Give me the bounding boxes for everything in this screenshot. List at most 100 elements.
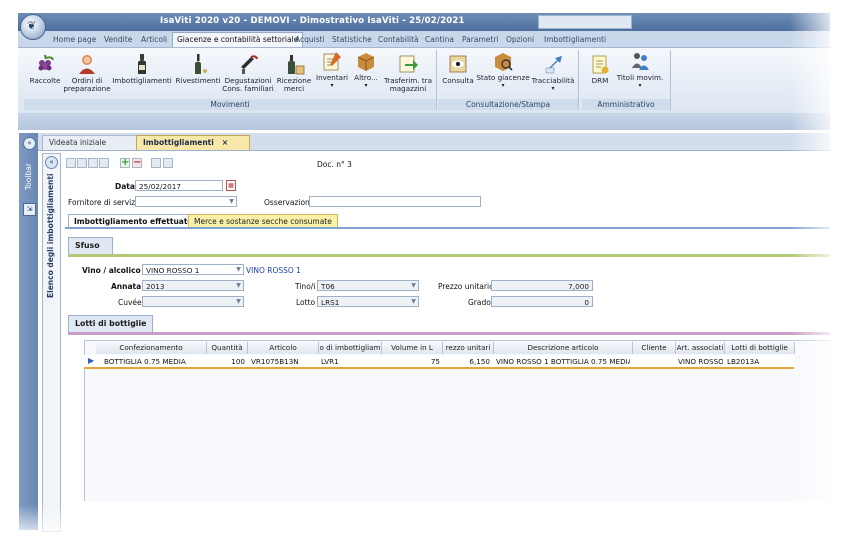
ricezione-label: Ricezione merci — [276, 76, 312, 93]
vino-field[interactable]: VINO ROSSO 1 ▼ — [142, 264, 244, 275]
next-record-button[interactable] — [88, 158, 98, 168]
cell-art-associati[interactable]: VINO ROSSO — [678, 356, 723, 367]
consulta-button[interactable]: Consulta — [440, 53, 476, 85]
lotto-field[interactable]: LRS1 ▼ — [317, 296, 419, 307]
tab-statistiche[interactable]: Statistiche — [332, 34, 372, 46]
trasferimenti-button[interactable]: Trasferim. tra magazzini — [382, 53, 434, 93]
tab-videata-iniziale[interactable]: Videata iniziale — [42, 135, 141, 150]
lotto-label: Lotto — [296, 298, 316, 307]
osservazioni-field[interactable] — [309, 196, 481, 207]
prev-record-button[interactable] — [77, 158, 87, 168]
ordini-preparazione-button[interactable]: Ordini di preparazione — [62, 53, 112, 93]
close-tab-icon[interactable]: × — [222, 138, 228, 147]
tab-cantina[interactable]: Cantina — [425, 34, 454, 46]
pin-icon[interactable]: ⇲ — [23, 203, 36, 216]
tino-field[interactable]: T06 ▼ — [317, 280, 419, 291]
tab-home-page[interactable]: Home page — [53, 34, 96, 46]
lotto-dropdown-icon[interactable]: ▼ — [410, 298, 417, 305]
col-articolo[interactable]: Articolo — [248, 342, 319, 354]
tab-merce-sostanze[interactable]: Merce e sostanze secche consumate — [188, 214, 338, 228]
vino-dropdown-icon[interactable]: ▼ — [235, 266, 242, 273]
col-prezzo-unitario[interactable]: rezzo unitari — [443, 342, 494, 354]
elenco-collapse-icon[interactable]: « — [45, 156, 58, 169]
rivestimenti-button[interactable]: Rivestimenti — [174, 53, 222, 85]
cell-cliente[interactable] — [635, 356, 675, 367]
vino-label: Vino / alcolico — [82, 266, 141, 275]
imbottigliamenti-button[interactable]: Imbottigliamenti — [112, 53, 172, 85]
tab-imbottigliamenti[interactable]: Imbottigliamenti — [544, 34, 606, 46]
annata-label: Annata — [111, 282, 142, 291]
app-menu-button[interactable]: ❦ — [20, 14, 46, 40]
tab-imbottigliamenti-doc[interactable]: Imbottigliamenti × — [136, 135, 250, 150]
toolbar-collapse-icon[interactable]: « — [23, 137, 36, 150]
cell-volume[interactable]: 75 — [382, 356, 440, 367]
calendar-icon[interactable]: ▦ — [226, 180, 236, 191]
tab-opzioni[interactable]: Opzioni — [506, 34, 534, 46]
cell-prezzo[interactable]: 6,150 — [443, 356, 490, 367]
app-logo-icon: ❦ — [27, 19, 37, 32]
add-record-icon[interactable]: + — [120, 158, 130, 168]
tino-value: T06 — [321, 282, 335, 291]
data-label: Data — [115, 182, 135, 191]
altro-label: Altro... — [354, 73, 378, 82]
drm-button[interactable]: DRM — [586, 53, 614, 85]
cell-imbottigliamento[interactable]: LVR1 — [321, 356, 379, 367]
fornitore-field[interactable]: ▼ — [135, 196, 237, 207]
people-icon — [632, 53, 649, 70]
cell-confezionamento[interactable]: BOTTIGLIA 0.75 MEDIA — [104, 356, 206, 367]
prezzo-field[interactable]: 7,000 — [491, 280, 593, 291]
col-volume[interactable]: Volume in L — [382, 342, 443, 354]
cell-articolo[interactable]: VR1075B13N — [251, 356, 317, 367]
tab-vendite[interactable]: Vendite — [104, 34, 132, 46]
grado-field[interactable]: 0 — [491, 296, 593, 307]
tab-articoli[interactable]: Articoli — [141, 34, 167, 46]
bottom-edge-fade — [0, 505, 850, 550]
col-quantita[interactable]: Quantità — [207, 342, 248, 354]
inventari-button[interactable]: Inventari ▾ — [314, 50, 350, 90]
consulta-label: Consulta — [442, 76, 474, 85]
col-art-associati[interactable]: Art. associati — [676, 342, 725, 354]
stato-giacenze-button[interactable]: Stato giacenze ▾ — [476, 50, 530, 90]
tab-giacenze[interactable]: Giacenze e contabilità settoriale — [172, 32, 304, 48]
col-confezionamento[interactable]: Confezionamento — [96, 342, 207, 354]
tab-imbottigliamento-effettuato[interactable]: Imbottigliamento effettuato — [68, 214, 199, 228]
col-cliente[interactable]: Cliente — [633, 342, 676, 354]
raccolte-button[interactable]: Raccolte — [26, 53, 64, 85]
group-label-consultazione: Consultazione/Stampa — [438, 99, 578, 110]
tab-contabilita[interactable]: Contabilità — [378, 34, 419, 46]
print-icon[interactable] — [151, 158, 161, 168]
refresh-icon[interactable] — [163, 158, 173, 168]
col-lotti-bottiglie[interactable]: Lotti di bottiglie — [725, 342, 795, 354]
ricezione-merci-button[interactable]: Ricezione merci — [274, 53, 314, 93]
altro-button[interactable]: Altro... ▾ — [350, 50, 382, 90]
last-record-button[interactable] — [99, 158, 109, 168]
tino-dropdown-icon[interactable]: ▼ — [410, 282, 417, 289]
cuvee-field[interactable]: ▼ — [142, 296, 244, 307]
annata-field[interactable]: 2013 ▼ — [142, 280, 244, 291]
title-bar-field[interactable] — [538, 15, 632, 29]
annata-dropdown-icon[interactable]: ▼ — [235, 282, 242, 289]
tracciabilita-button[interactable]: Tracciabilità ▾ — [530, 53, 576, 93]
degustazioni-button[interactable]: Degustazioni Cons. familiari — [222, 53, 274, 93]
col-imbottigliamento[interactable]: o di imbottigliam — [319, 342, 382, 354]
tab-acquisti[interactable]: Acquisti — [295, 34, 325, 46]
cell-descrizione[interactable]: VINO ROSSO 1 BOTTIGLIA 0.75 MEDIA — [496, 356, 630, 367]
imbottigliamenti-label: Imbottigliamenti — [112, 76, 172, 85]
row-selector-icon[interactable]: ▶ — [88, 356, 94, 365]
titoli-movim-button[interactable]: Titoli movim. ▾ — [614, 50, 666, 90]
toolbar-sidebar[interactable] — [19, 133, 38, 530]
delete-record-icon[interactable]: − — [132, 158, 142, 168]
col-descrizione[interactable]: Descrizione articolo — [494, 342, 633, 354]
cell-quantita[interactable]: 100 — [207, 356, 245, 367]
cell-lotti-bottiglie[interactable]: LB2013A — [727, 356, 793, 367]
cuvee-dropdown-icon[interactable]: ▼ — [235, 298, 242, 305]
vino-value: VINO ROSSO 1 — [146, 266, 200, 275]
osservazioni-label: Osservazioni — [264, 198, 312, 207]
first-record-button[interactable] — [66, 158, 76, 168]
chevron-down-icon[interactable]: ▼ — [228, 198, 235, 205]
tab-parametri[interactable]: Parametri — [462, 34, 499, 46]
annata-value: 2013 — [146, 282, 165, 291]
data-field[interactable]: 25/02/2017 — [135, 180, 223, 191]
sfuso-divider — [68, 254, 830, 257]
lotti-header: Lotti di bottiglie — [68, 315, 153, 332]
